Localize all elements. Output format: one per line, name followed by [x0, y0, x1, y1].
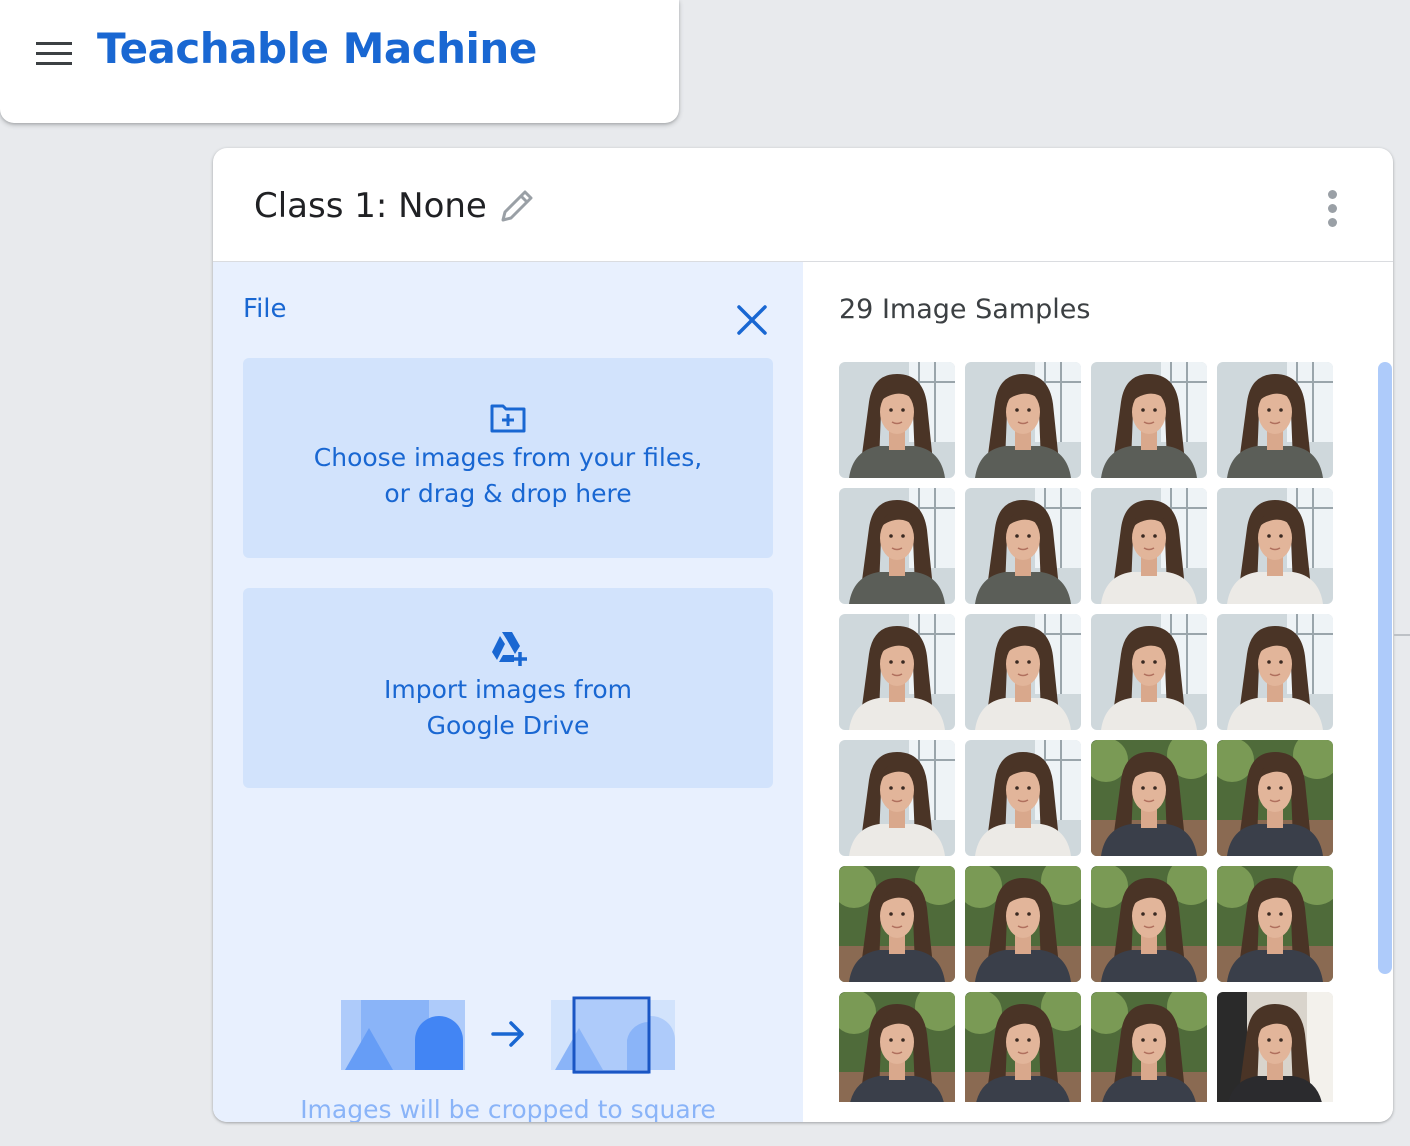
class-header: Class 1: None	[213, 148, 1393, 262]
sample-thumbnail[interactable]	[965, 488, 1081, 604]
pencil-icon[interactable]	[497, 186, 537, 226]
sample-thumbnail[interactable]	[965, 362, 1081, 478]
sample-thumbnail[interactable]	[839, 866, 955, 982]
upload-panel: File Choose images from your files, or d…	[213, 262, 803, 1122]
samples-grid[interactable]	[839, 362, 1335, 1102]
upload-title: File	[243, 294, 287, 324]
sample-thumbnail[interactable]	[839, 488, 955, 604]
sample-thumbnail[interactable]	[1217, 362, 1333, 478]
app-header: Teachable Machine	[0, 0, 679, 123]
scrollbar[interactable]	[1378, 362, 1392, 974]
sample-thumbnail[interactable]	[1091, 488, 1207, 604]
sample-thumbnail[interactable]	[1217, 614, 1333, 730]
app-title[interactable]: Teachable Machine	[97, 24, 537, 73]
samples-panel: 29 Image Samples	[803, 262, 1393, 1122]
sample-thumbnail[interactable]	[1091, 362, 1207, 478]
crop-illustration	[339, 992, 679, 1076]
class-card: Class 1: None File Choose images from yo…	[213, 148, 1393, 1122]
sample-thumbnail[interactable]	[965, 866, 1081, 982]
sample-thumbnail[interactable]	[839, 614, 955, 730]
sample-thumbnail[interactable]	[965, 740, 1081, 856]
choose-files-button[interactable]: Choose images from your files, or drag &…	[243, 358, 773, 558]
hamburger-menu-icon[interactable]	[26, 30, 82, 76]
more-vertical-icon[interactable]	[1313, 186, 1353, 230]
sample-thumbnail[interactable]	[839, 362, 955, 478]
divider	[1394, 634, 1410, 636]
google-drive-button[interactable]: Import images from Google Drive	[243, 588, 773, 788]
close-icon[interactable]	[730, 298, 774, 342]
folder-add-icon	[488, 398, 528, 438]
sample-thumbnail[interactable]	[1217, 992, 1333, 1102]
sample-thumbnail[interactable]	[1217, 740, 1333, 856]
sample-thumbnail[interactable]	[1091, 614, 1207, 730]
sample-thumbnail[interactable]	[965, 614, 1081, 730]
sample-thumbnail[interactable]	[1091, 992, 1207, 1102]
class-name[interactable]: Class 1: None	[254, 186, 487, 226]
sample-thumbnail[interactable]	[1217, 866, 1333, 982]
sample-thumbnail[interactable]	[1091, 740, 1207, 856]
sample-thumbnail[interactable]	[1091, 866, 1207, 982]
sample-thumbnail[interactable]	[965, 992, 1081, 1102]
samples-count: 29 Image Samples	[839, 294, 1091, 325]
sample-thumbnail[interactable]	[839, 740, 955, 856]
crop-note: Images will be cropped to square	[300, 1095, 716, 1122]
google-drive-label: Import images from Google Drive	[384, 675, 632, 740]
sample-thumbnail[interactable]	[1217, 488, 1333, 604]
sample-thumbnail[interactable]	[839, 992, 955, 1102]
google-drive-add-icon	[488, 628, 528, 668]
choose-files-label: Choose images from your files, or drag &…	[313, 443, 703, 508]
